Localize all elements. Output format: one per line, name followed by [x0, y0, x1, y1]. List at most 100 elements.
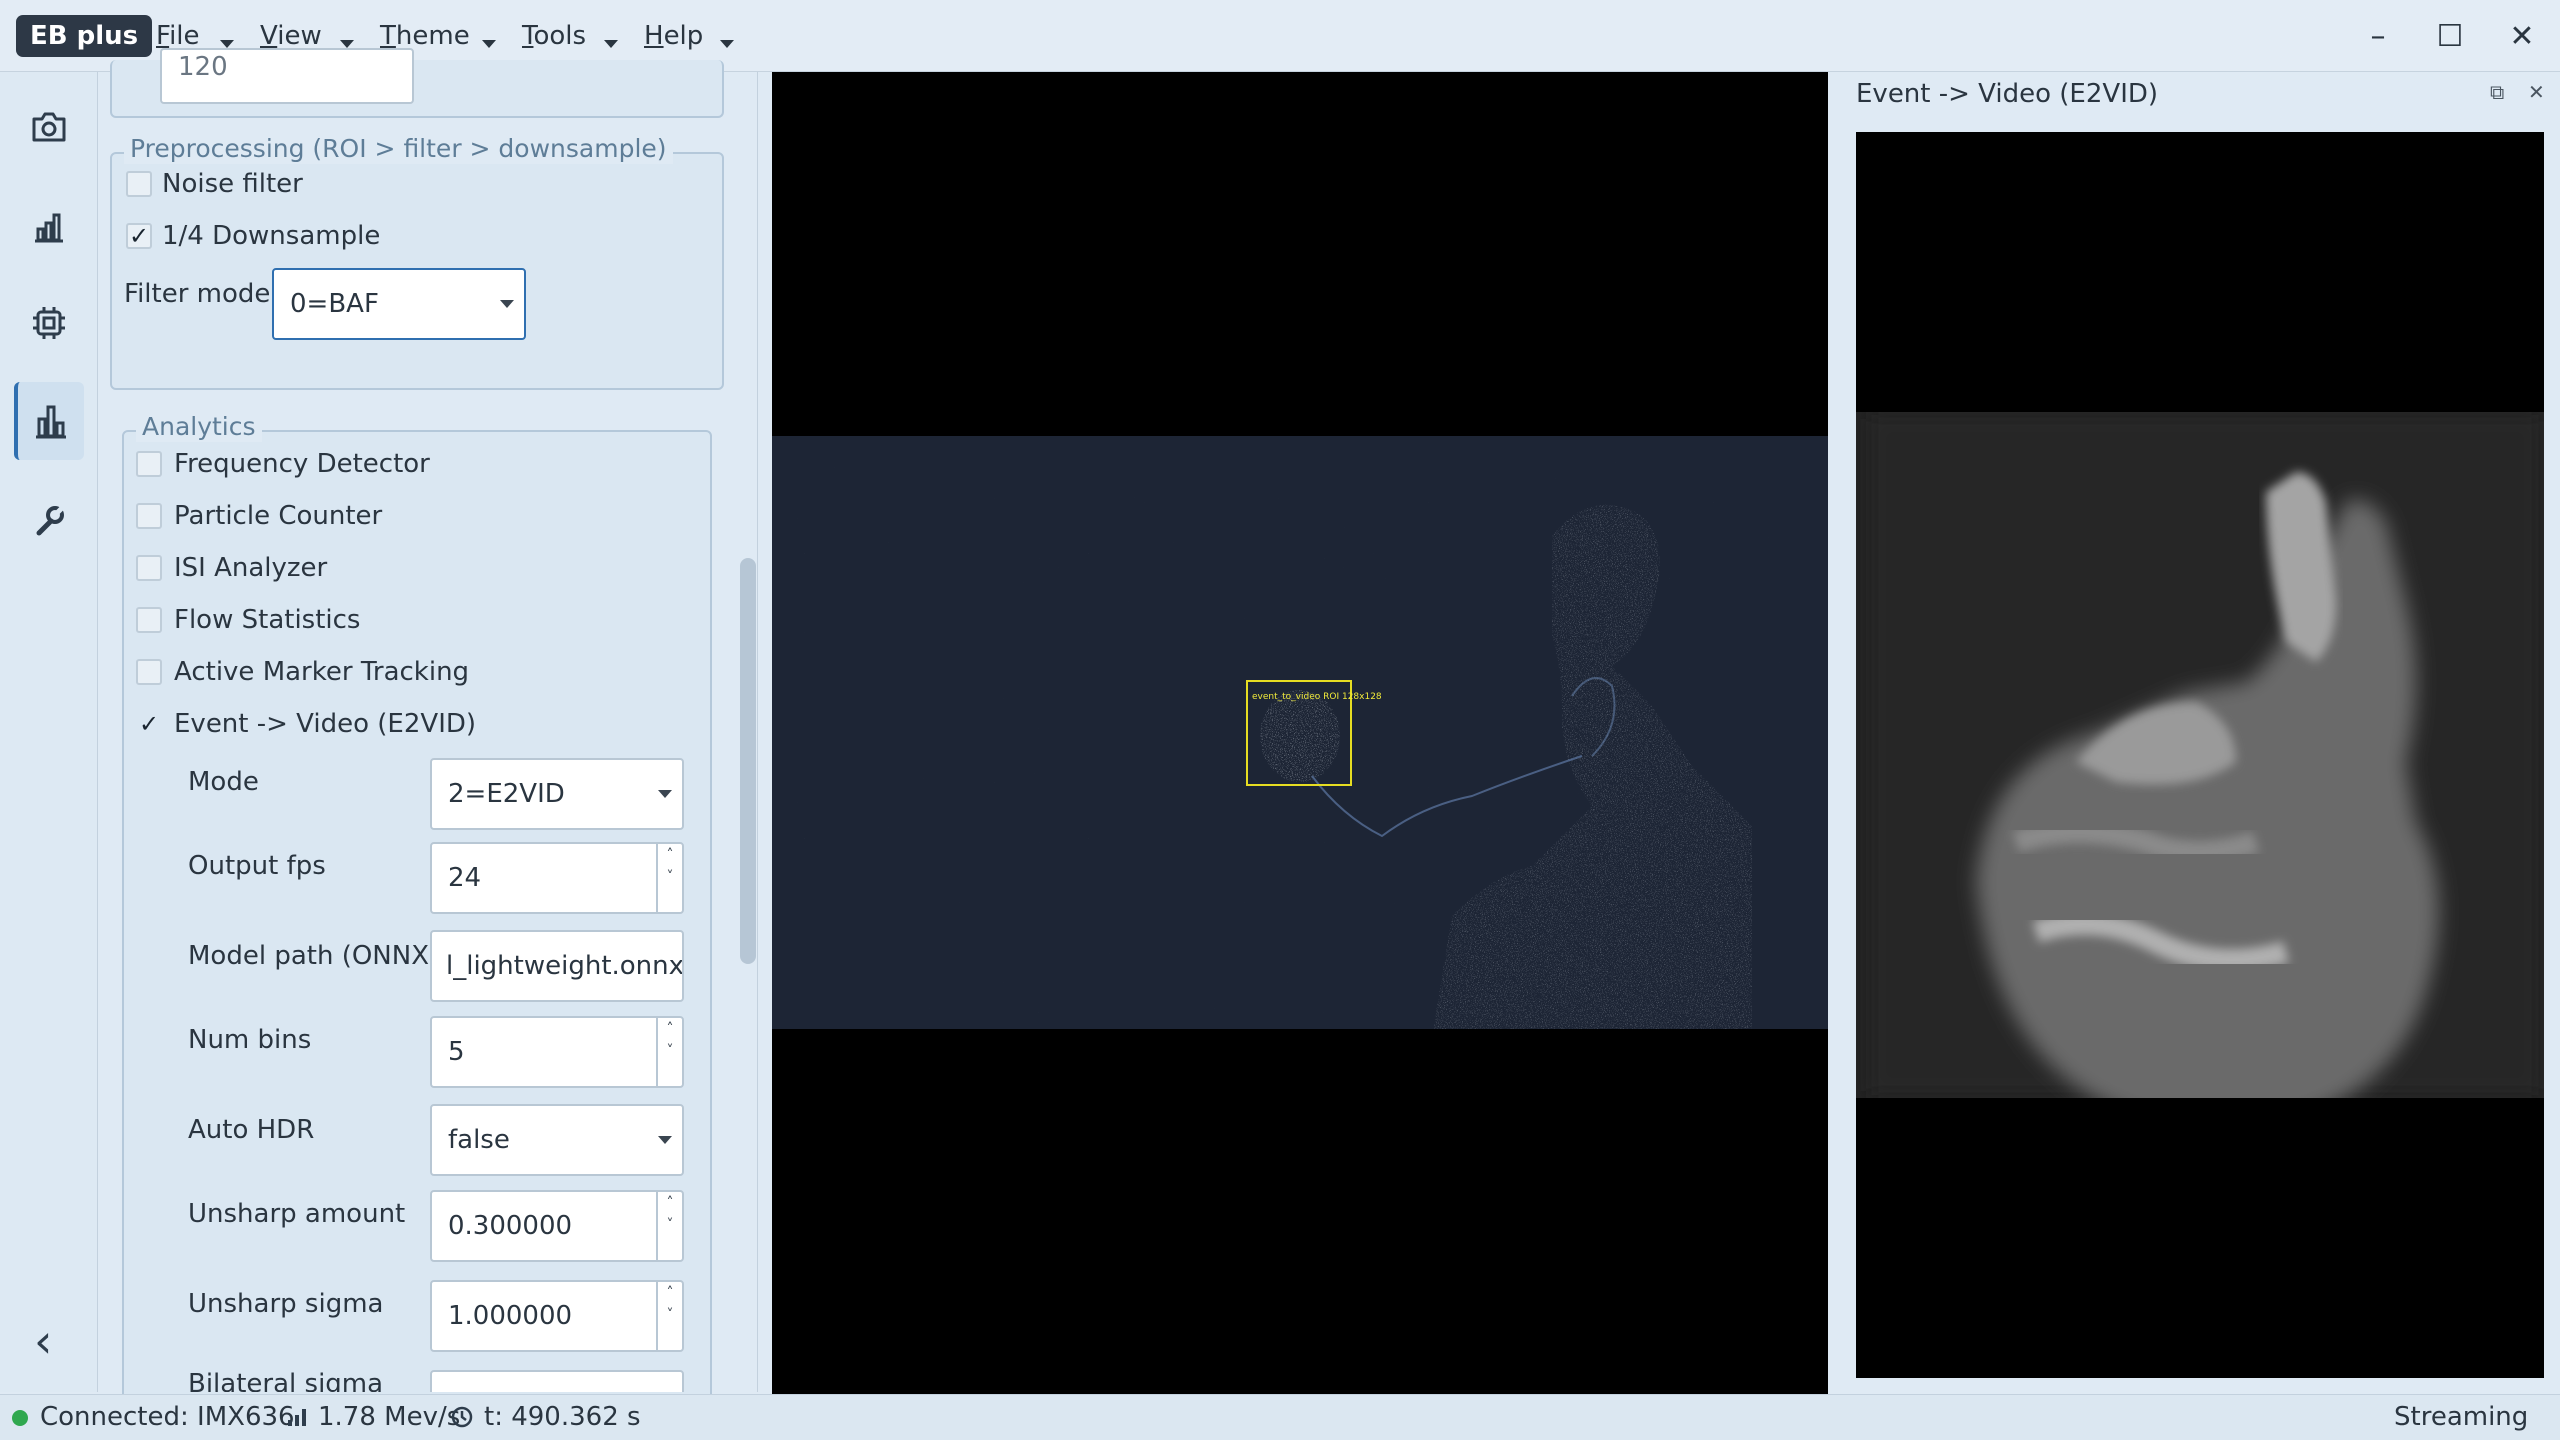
- close-window-button[interactable]: ✕: [2504, 18, 2540, 54]
- top-spin-value: 120: [178, 52, 228, 82]
- bilateral-sigma-label: Bilateral sigma: [188, 1370, 384, 1392]
- filter-mode-value: 0=BAF: [290, 289, 379, 319]
- unsharp-sigma-label: Unsharp sigma: [188, 1289, 384, 1319]
- analytics-title: Analytics: [136, 412, 262, 442]
- connection-status-text: Connected: IMX636: [40, 1402, 295, 1432]
- menu-file-label: ile: [169, 21, 200, 51]
- menu-theme-label: heme: [395, 21, 470, 51]
- menu-view-mnemonic: V: [260, 21, 278, 51]
- spin-arrows-icon[interactable]: ˄ ˅: [656, 844, 682, 912]
- chevron-down-icon: [658, 1136, 672, 1144]
- menu-theme-caret-icon: [482, 40, 496, 48]
- filter-mode-label: Filter mode: [124, 279, 271, 309]
- frequency-detector-label: Frequency Detector: [174, 449, 430, 479]
- chevron-down-icon: [500, 300, 514, 308]
- maximize-button[interactable]: ☐: [2432, 18, 2468, 54]
- preprocessing-title: Preprocessing (ROI > filter > downsample…: [124, 134, 673, 164]
- isi-analyzer-checkbox[interactable]: [136, 555, 162, 581]
- auto-hdr-dropdown[interactable]: false: [430, 1104, 684, 1176]
- particle-counter-checkbox[interactable]: [136, 503, 162, 529]
- minimize-button[interactable]: –: [2360, 18, 2396, 54]
- menu-theme-mnemonic: T: [380, 21, 396, 51]
- noise-filter-label: Noise filter: [162, 169, 303, 199]
- dock-float-icon[interactable]: ⧉: [2490, 78, 2504, 106]
- chevron-down-icon: [658, 790, 672, 798]
- menu-view-label: iew: [277, 21, 322, 51]
- e2vid-checkbox[interactable]: ✓: [136, 711, 162, 737]
- unsharp-amount-spinbox[interactable]: 0.300000 ˄ ˅: [430, 1190, 684, 1262]
- isi-analyzer-label: ISI Analyzer: [174, 553, 328, 583]
- rail-analytics-button[interactable]: [14, 382, 84, 460]
- connection-status-dot: [12, 1410, 28, 1426]
- filter-mode-dropdown[interactable]: 0=BAF: [272, 268, 526, 340]
- menu-tools-label: ools: [533, 21, 587, 51]
- unsharp-amount-value: 0.300000: [448, 1211, 573, 1241]
- roi-label: event_to_video ROI 128x128: [1252, 692, 1382, 702]
- menu-view-caret-icon: [340, 40, 354, 48]
- num-bins-value: 5: [448, 1037, 465, 1067]
- num-bins-label: Num bins: [188, 1025, 312, 1055]
- active-marker-tracking-checkbox[interactable]: [136, 659, 162, 685]
- panel-scrollbar-thumb[interactable]: [740, 558, 756, 964]
- app-logo-badge: EB plus: [16, 15, 153, 57]
- dock-title: Event -> Video (E2VID): [1856, 79, 2159, 109]
- menu-help-label: elp: [663, 21, 704, 51]
- downsample-label: 1/4 Downsample: [162, 221, 381, 251]
- noise-filter-checkbox[interactable]: [126, 171, 152, 197]
- rail-hardware-button[interactable]: [14, 284, 84, 362]
- num-bins-spinbox[interactable]: 5 ˄ ˅: [430, 1016, 684, 1088]
- rail-statistics-button[interactable]: [14, 188, 84, 266]
- signal-icon: [288, 1409, 306, 1426]
- bar-chart-icon: [35, 213, 63, 243]
- active-marker-tracking-label: Active Marker Tracking: [174, 657, 470, 687]
- dock-close-icon[interactable]: ✕: [2528, 78, 2545, 106]
- auto-hdr-value: false: [448, 1125, 510, 1155]
- event-rate-text: 1.78 Mev/s: [318, 1402, 461, 1432]
- model-path-value: l_lightweight.onnx: [446, 951, 684, 981]
- auto-hdr-label: Auto HDR: [188, 1115, 315, 1145]
- particle-counter-label: Particle Counter: [174, 501, 383, 531]
- menu-help[interactable]: Help: [644, 18, 703, 54]
- flow-statistics-checkbox[interactable]: [136, 607, 162, 633]
- model-path-label: Model path (ONNX): [188, 941, 440, 971]
- model-path-input[interactable]: l_lightweight.onnx: [430, 930, 684, 1002]
- mode-label: Mode: [188, 767, 259, 797]
- menu-help-caret-icon: [720, 40, 734, 48]
- rail-tools-button[interactable]: [14, 482, 84, 560]
- menu-tools-mnemonic: T: [522, 21, 534, 51]
- flow-statistics-label: Flow Statistics: [174, 605, 361, 635]
- output-fps-label: Output fps: [188, 851, 326, 881]
- mode-value: 2=E2VID: [448, 779, 565, 809]
- output-fps-value: 24: [448, 863, 482, 893]
- bilateral-sigma-spinbox[interactable]: [430, 1370, 684, 1392]
- menu-help-mnemonic: H: [644, 21, 664, 51]
- camera-icon: [32, 112, 66, 142]
- spin-arrows-icon[interactable]: ˄ ˅: [656, 1282, 682, 1350]
- output-fps-spinbox[interactable]: 24 ˄ ˅: [430, 842, 684, 914]
- spin-arrows-icon[interactable]: ˄ ˅: [656, 1192, 682, 1260]
- downsample-checkbox[interactable]: ✓: [126, 223, 152, 249]
- streaming-status-text: Streaming: [2394, 1402, 2529, 1432]
- rail-camera-button[interactable]: [14, 88, 84, 166]
- frequency-detector-checkbox[interactable]: [136, 451, 162, 477]
- analytics-icon: [36, 405, 66, 439]
- unsharp-sigma-value: 1.000000: [448, 1301, 573, 1331]
- collapse-panel-button[interactable]: ‹: [34, 1316, 52, 1366]
- e2vid-label: Event -> Video (E2VID): [174, 709, 477, 739]
- clock-icon: [451, 1406, 473, 1428]
- chip-icon: [33, 307, 65, 339]
- menu-tools-caret-icon: [604, 40, 618, 48]
- unsharp-sigma-spinbox[interactable]: 1.000000 ˄ ˅: [430, 1280, 684, 1352]
- menu-file-caret-icon: [220, 40, 234, 48]
- timestamp-text: t: 490.362 s: [484, 1402, 641, 1432]
- mode-dropdown[interactable]: 2=E2VID: [430, 758, 684, 830]
- menu-file-mnemonic: F: [156, 21, 170, 51]
- spin-arrows-icon[interactable]: ˄ ˅: [656, 1018, 682, 1086]
- unsharp-amount-label: Unsharp amount: [188, 1199, 406, 1229]
- side-rail: [0, 72, 98, 1392]
- e2vid-output-image: [1856, 412, 2544, 1098]
- top-spin-field[interactable]: 120: [160, 48, 414, 104]
- bilateral-sigma-row-clip: Bilateral sigma: [98, 1370, 738, 1392]
- menu-tools[interactable]: Tools: [522, 18, 586, 54]
- wrench-icon: [36, 506, 64, 536]
